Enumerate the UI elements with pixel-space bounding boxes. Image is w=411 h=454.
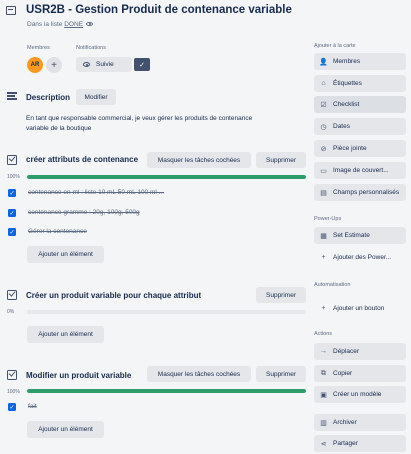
item-checkbox[interactable]: ✓ bbox=[8, 189, 16, 197]
sidebar-dates-button[interactable]: ◷ Dates bbox=[314, 118, 406, 135]
plus-icon: + bbox=[321, 254, 326, 261]
progress-percent: 100% bbox=[7, 389, 20, 395]
watch-label: Suivie bbox=[96, 61, 114, 68]
description-text[interactable]: En tant que responsable commercial, je v… bbox=[26, 114, 276, 133]
sidebar-item-label: Créer un modèle bbox=[333, 391, 382, 398]
arrow-icon: → bbox=[320, 348, 327, 355]
sidebar-share-button[interactable]: ⋖ Partager bbox=[314, 435, 406, 452]
tag-icon: ⌂ bbox=[321, 80, 326, 87]
sidebar-item-label: Champs personnalisés bbox=[333, 189, 400, 196]
sidebar-item-label: Ajouter un bouton bbox=[333, 305, 385, 312]
add-item-button[interactable]: Ajouter un élément bbox=[27, 421, 104, 438]
sidebar-add-button-button[interactable]: + Ajouter un bouton bbox=[314, 300, 406, 317]
clock-icon: ◷ bbox=[320, 123, 327, 131]
sidebar-item-label: Dates bbox=[333, 123, 350, 130]
description-title: Description bbox=[26, 93, 71, 102]
checklist-item-text[interactable]: Gérer la contenance bbox=[28, 228, 87, 235]
checklist-icon bbox=[7, 370, 17, 380]
checklist-icon bbox=[7, 155, 17, 165]
item-checkbox[interactable]: ✓ bbox=[8, 228, 16, 236]
progress-bar bbox=[27, 389, 306, 393]
template-icon: ▣ bbox=[320, 391, 327, 399]
members-label: Membres bbox=[27, 45, 50, 51]
card-icon bbox=[6, 6, 16, 15]
sidebar-set-estimate-button[interactable]: ▦ Set Estimate bbox=[314, 227, 406, 244]
checklist-item-text[interactable]: contenance gramme : 20g, 100g, 500g bbox=[28, 209, 140, 216]
hide-checked-button[interactable]: Masquer les tâches cochées bbox=[147, 366, 251, 382]
sidebar-item-label: Set Estimate bbox=[333, 232, 370, 239]
sidebar-item-label: Étiquettes bbox=[333, 80, 362, 87]
sidebar-copy-button[interactable]: ⧉ Copier bbox=[314, 365, 406, 382]
notifications-label: Notifications bbox=[76, 45, 106, 51]
add-item-button[interactable]: Ajouter un élément bbox=[27, 246, 104, 263]
sidebar-item-label: Membres bbox=[333, 58, 361, 65]
add-to-card-heading: Ajouter à la carte bbox=[314, 43, 356, 49]
person-icon: 👤 bbox=[319, 58, 328, 66]
sidebar-item-label: Partager bbox=[333, 440, 358, 447]
archive-icon: ▥ bbox=[320, 419, 327, 427]
estimate-icon: ▦ bbox=[320, 232, 327, 240]
sidebar-item-label: Image de couvert... bbox=[333, 167, 389, 174]
checklist-title[interactable]: Modifier un produit variable bbox=[26, 371, 131, 380]
watch-button[interactable]: Suivie bbox=[76, 57, 132, 72]
progress-fill bbox=[27, 389, 306, 393]
actions-heading: Actions bbox=[314, 331, 333, 337]
checklist-title[interactable]: Créer un produit variable pour chaque at… bbox=[26, 291, 201, 300]
avatar[interactable]: AR bbox=[27, 57, 43, 73]
sidebar-custom-fields-button[interactable]: ▤ Champs personnalisés bbox=[314, 184, 406, 201]
fields-icon: ▤ bbox=[320, 189, 327, 197]
delete-checklist-button[interactable]: Supprimer bbox=[256, 366, 306, 382]
copy-icon: ⧉ bbox=[321, 369, 326, 377]
sidebar-add-powerups-button[interactable]: + Ajouter des Power... bbox=[314, 249, 406, 266]
progress-percent: 0% bbox=[7, 309, 15, 315]
sidebar-item-label: Copier bbox=[333, 370, 353, 377]
sidebar-item-label: Checklist bbox=[333, 101, 360, 108]
watching-eye-icon bbox=[86, 22, 93, 27]
plus-icon: + bbox=[321, 305, 326, 312]
paperclip-icon: ⊘ bbox=[320, 145, 327, 153]
add-member-button[interactable]: + bbox=[46, 57, 62, 73]
sidebar-item-label: Ajouter des Power... bbox=[333, 254, 392, 261]
progress-percent: 100% bbox=[7, 174, 20, 180]
card-list-info: Dans la liste DONE bbox=[27, 21, 93, 28]
list-prefix: Dans la liste bbox=[27, 21, 65, 28]
delete-checklist-button[interactable]: Supprimer bbox=[256, 152, 306, 168]
sidebar-template-button[interactable]: ▣ Créer un modèle bbox=[314, 386, 406, 403]
powerups-heading: Power-Ups bbox=[314, 216, 342, 222]
card-title[interactable]: USR2B - Gestion Produit de contenance va… bbox=[26, 4, 292, 16]
checklist-title[interactable]: créer attributs de contenance bbox=[26, 155, 138, 164]
image-icon: ▭ bbox=[320, 167, 327, 175]
checklist-icon: ☑ bbox=[320, 101, 327, 109]
list-link[interactable]: DONE bbox=[64, 21, 83, 28]
sidebar-members-button[interactable]: 👤 Membres bbox=[314, 53, 406, 70]
delete-checklist-button[interactable]: Supprimer bbox=[256, 287, 306, 303]
sidebar-labels-button[interactable]: ⌂ Étiquettes bbox=[314, 75, 406, 92]
description-icon bbox=[7, 92, 17, 101]
sidebar-item-label: Déplacer bbox=[333, 348, 360, 355]
sidebar-archive-button[interactable]: ▥ Archiver bbox=[314, 414, 406, 431]
sidebar-attachment-button[interactable]: ⊘ Pièce jointe bbox=[314, 140, 406, 157]
watch-check-icon[interactable]: ✓ bbox=[134, 58, 150, 71]
automation-heading: Automatisation bbox=[314, 282, 351, 288]
progress-bar bbox=[27, 310, 306, 314]
sidebar-item-label: Pièce jointe bbox=[333, 145, 367, 152]
sidebar-item-label: Archiver bbox=[333, 419, 357, 426]
checklist-icon bbox=[7, 290, 17, 300]
checklist-item-text[interactable]: contenance en ml : liste 10 mL 50 mL 100… bbox=[28, 189, 164, 196]
item-checkbox[interactable]: ✓ bbox=[8, 209, 16, 217]
sidebar-cover-button[interactable]: ▭ Image de couvert... bbox=[314, 162, 406, 179]
checklist-item-text[interactable]: fait bbox=[28, 403, 37, 410]
progress-bar bbox=[27, 175, 306, 179]
add-item-button[interactable]: Ajouter un élément bbox=[27, 326, 104, 343]
eye-icon bbox=[83, 62, 90, 67]
sidebar-checklist-button[interactable]: ☑ Checklist bbox=[314, 96, 406, 113]
progress-fill bbox=[27, 175, 306, 179]
edit-description-button[interactable]: Modifier bbox=[76, 89, 116, 105]
item-checkbox[interactable]: ✓ bbox=[8, 403, 16, 411]
share-icon: ⋖ bbox=[320, 440, 327, 448]
hide-checked-button[interactable]: Masquer les tâches cochées bbox=[147, 152, 251, 168]
sidebar-move-button[interactable]: → Déplacer bbox=[314, 343, 406, 360]
